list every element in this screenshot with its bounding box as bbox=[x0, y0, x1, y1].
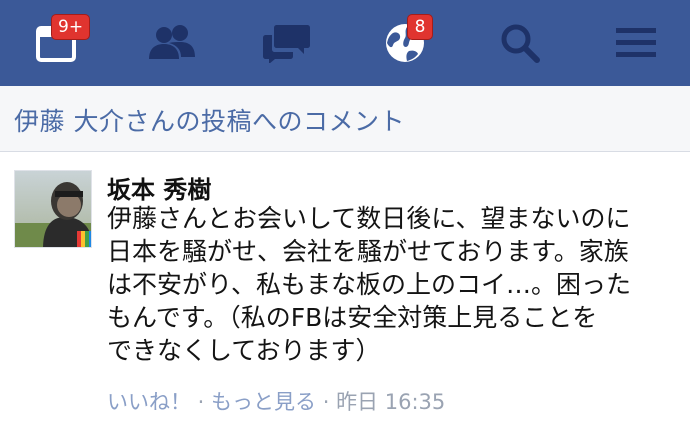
friends-icon bbox=[147, 23, 197, 63]
see-more-link[interactable]: もっと見る bbox=[211, 390, 316, 414]
page-title[interactable]: 伊藤 大介さんの投稿へのコメント bbox=[14, 102, 405, 138]
meta-separator: · bbox=[191, 390, 212, 414]
avatar[interactable] bbox=[14, 170, 92, 248]
nav-messages[interactable] bbox=[237, 0, 337, 86]
nav-globe[interactable]: 8 bbox=[355, 0, 455, 86]
comment-line: できなくしております） bbox=[107, 336, 381, 365]
comment-line: は不安がり、私もまな板の上のコイ…。困った bbox=[107, 270, 632, 299]
comment-line: 日本を騒がせ、会社を騒がせております。家族 bbox=[107, 237, 629, 266]
like-link[interactable]: いいね！ bbox=[107, 390, 191, 414]
globe-badge: 8 bbox=[407, 14, 433, 40]
top-navigation-bar: 9+ 8 bbox=[0, 0, 690, 86]
search-icon bbox=[500, 23, 540, 63]
messages-icon bbox=[263, 23, 311, 63]
nav-notifications[interactable]: 9+ bbox=[6, 0, 106, 86]
comment-text: 伊藤さんとお会いして数日後に、望まないのに 日本を騒がせ、会社を騒がせております… bbox=[107, 202, 687, 367]
meta-separator: · bbox=[316, 390, 337, 414]
comment-item: 坂本 秀樹 伊藤さんとお会いして数日後に、望まないのに 日本を騒がせ、会社を騒が… bbox=[0, 152, 690, 429]
comment-author[interactable]: 坂本 秀樹 bbox=[107, 170, 211, 205]
comment-timestamp: 昨日 16:35 bbox=[336, 390, 446, 414]
nav-menu[interactable] bbox=[586, 0, 686, 86]
post-comments-header: 伊藤 大介さんの投稿へのコメント bbox=[0, 86, 690, 152]
notifications-badge: 9+ bbox=[51, 14, 91, 40]
comment-line: もんです。（私のFBは安全対策上見ることを bbox=[107, 303, 598, 332]
nav-search[interactable] bbox=[470, 0, 570, 86]
comment-meta: いいね！ · もっと見る · 昨日 16:35 bbox=[107, 386, 445, 416]
nav-friends[interactable] bbox=[122, 0, 222, 86]
menu-icon bbox=[616, 26, 656, 60]
comment-line: 伊藤さんとお会いして数日後に、望まないのに bbox=[107, 204, 631, 233]
